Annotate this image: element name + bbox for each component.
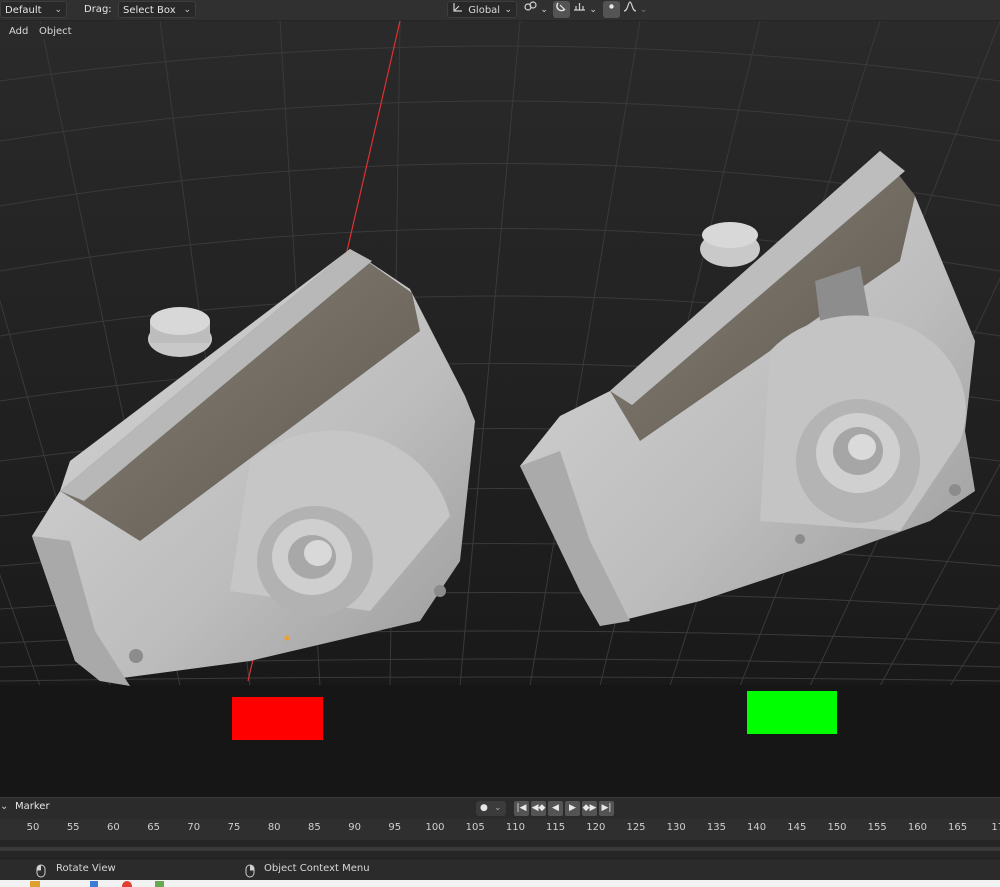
jump-to-next-keyframe-button[interactable]: ◆▶ [582, 801, 597, 816]
3d-viewport-header: Default ⌄ Drag: Select Box ⌄ Global ⌄ ⌄ … [0, 0, 1000, 21]
os-taskbar [0, 880, 1000, 887]
prev-keyframe-icon: ◀◆ [531, 803, 546, 813]
jump-to-start-button[interactable]: |◀ [514, 801, 529, 816]
mode-dropdown[interactable]: Default ⌄ [0, 1, 67, 18]
next-keyframe-icon: ◆▶ [582, 803, 597, 813]
jump-start-icon: |◀ [516, 803, 527, 813]
frame-tick-label: 70 [187, 822, 201, 833]
frame-tick-label: 160 [907, 822, 927, 833]
jump-to-prev-keyframe-button[interactable]: ◀◆ [531, 801, 546, 816]
frame-tick-label: 125 [626, 822, 646, 833]
red-marker-rectangle [232, 697, 323, 740]
status-bar: Rotate View Object Context Menu [0, 858, 1000, 881]
frame-tick-label: 85 [308, 822, 321, 833]
falloff-dropdown[interactable]: ⌄ [622, 1, 648, 18]
frame-tick-label: 135 [706, 822, 726, 833]
frame-tick-label: 105 [465, 822, 485, 833]
frame-tick-label: 110 [505, 822, 525, 833]
frame-tick-label: 155 [867, 822, 887, 833]
status-object-context-menu: Object Context Menu [264, 863, 370, 874]
frame-tick-label: 130 [666, 822, 686, 833]
mode-value: Default [5, 5, 42, 16]
marker-menu[interactable]: Marker [15, 801, 50, 812]
chevron-down-icon: ⌄ [54, 5, 62, 15]
orientation-axes-icon [452, 2, 465, 19]
pivot-point-dropdown[interactable]: ⌄ [523, 1, 549, 18]
frame-tick-label: 145 [787, 822, 807, 833]
3d-viewport[interactable]: Add Object [0, 21, 1000, 797]
browser-icon[interactable] [122, 881, 132, 887]
link-icon [524, 1, 540, 15]
play-reverse-icon: ◀ [552, 803, 559, 813]
timeline-frame-ruler[interactable]: 50 55 60 65 70 75 80 85 90 95 100 105 110 115 120 125 13… [0, 819, 1000, 840]
frame-tick-label: 165 [948, 822, 968, 833]
frame-tick-label: 60 [107, 822, 120, 833]
play-icon: ▶ [569, 803, 576, 813]
frame-tick-label: 17 [991, 822, 1000, 833]
auto-keying-dropdown[interactable]: ● ⌄ [476, 801, 506, 816]
timeline-header: ⌄ Marker ● ⌄ |◀ ◀◆ ◀ ▶ ◆▶ ▶| [0, 797, 1000, 819]
record-icon: ● [480, 803, 488, 813]
object-origin-dot [284, 635, 290, 641]
jump-end-icon: ▶| [601, 803, 612, 813]
add-menu[interactable]: Add [4, 24, 34, 39]
chevron-down-icon: ⌄ [504, 5, 512, 15]
viewport-scene [0, 21, 1000, 797]
chevron-down-icon: ⌄ [183, 5, 191, 15]
snap-target-dropdown[interactable]: ⌄ [571, 1, 599, 18]
frame-tick-label: 120 [586, 822, 606, 833]
proportional-editing-toggle[interactable] [603, 1, 620, 18]
frame-tick-label: 140 [747, 822, 767, 833]
folder-icon[interactable] [30, 881, 40, 887]
frame-tick-label: 50 [26, 822, 40, 833]
frame-tick-label: 65 [147, 822, 160, 833]
transform-orientation-dropdown[interactable]: Global ⌄ [447, 1, 517, 18]
frame-tick-label: 75 [227, 822, 241, 833]
frame-tick-label: 115 [546, 822, 566, 833]
frame-tick-label: 150 [827, 822, 847, 833]
chevron-down-icon: ⌄ [540, 5, 548, 15]
chevron-down-icon[interactable]: ⌄ [0, 801, 8, 812]
frame-tick-label: 55 [66, 822, 80, 833]
object-menu[interactable]: Object [34, 24, 77, 39]
frame-tick-label: 95 [388, 822, 402, 833]
play-reverse-button[interactable]: ◀ [548, 801, 563, 816]
chevron-down-icon: ⌄ [639, 5, 648, 15]
green-marker-rectangle [747, 691, 837, 734]
timeline-track[interactable] [0, 840, 1000, 858]
play-button[interactable]: ▶ [565, 801, 580, 816]
drag-dropdown[interactable]: Select Box ⌄ [118, 1, 196, 18]
timeline-range-bar [0, 847, 1000, 851]
frame-tick-label: 90 [348, 822, 361, 833]
frame-tick-label: 100 [425, 822, 445, 833]
drag-label: Drag: [84, 4, 112, 15]
app-icon[interactable] [155, 881, 164, 887]
snap-increment-icon [573, 3, 589, 15]
status-rotate-view: Rotate View [56, 863, 116, 874]
jump-to-end-button[interactable]: ▶| [599, 801, 614, 816]
drag-value: Select Box [123, 5, 176, 16]
chevron-down-icon: ⌄ [589, 5, 597, 15]
frame-tick-label: 80 [267, 822, 281, 833]
falloff-curve-icon [623, 1, 640, 15]
app-icon[interactable] [90, 881, 98, 887]
proportional-dot-icon [606, 4, 617, 15]
chevron-down-icon: ⌄ [494, 803, 502, 813]
transform-orientation-value: Global [468, 5, 501, 16]
magnet-icon [556, 2, 567, 15]
snap-toggle[interactable] [553, 1, 570, 18]
